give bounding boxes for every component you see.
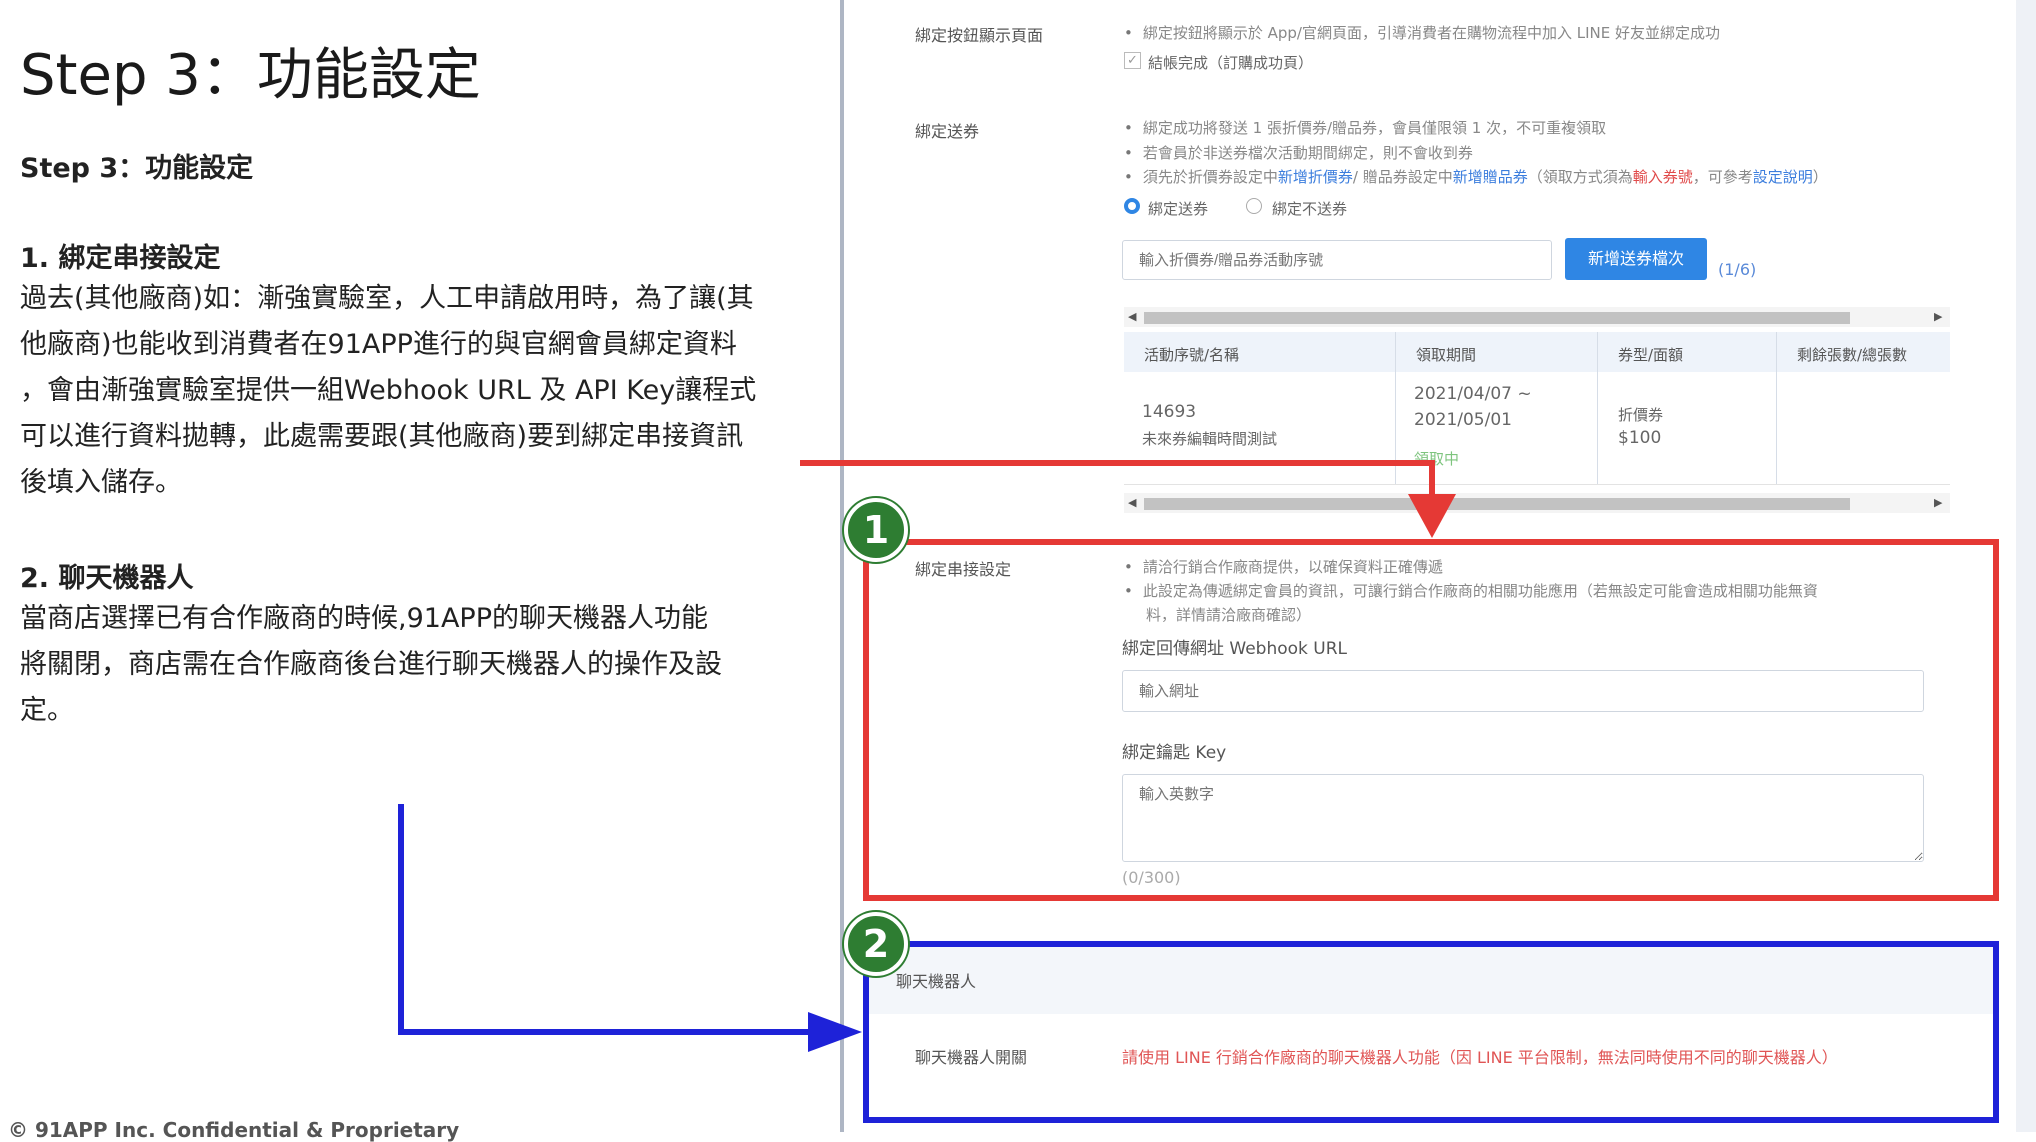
badge-number-1: 1 [844, 498, 908, 562]
blue-highlight-box [863, 941, 1999, 1123]
blue-arrow-line [398, 804, 812, 1035]
red-arrowhead-icon [1408, 494, 1456, 538]
annotation-overlay [398, 460, 1999, 1123]
badge-number-2: 2 [844, 912, 908, 976]
red-arrow-line [800, 460, 1435, 500]
red-highlight-box [863, 539, 1999, 901]
blue-arrowhead-icon [808, 1012, 862, 1052]
